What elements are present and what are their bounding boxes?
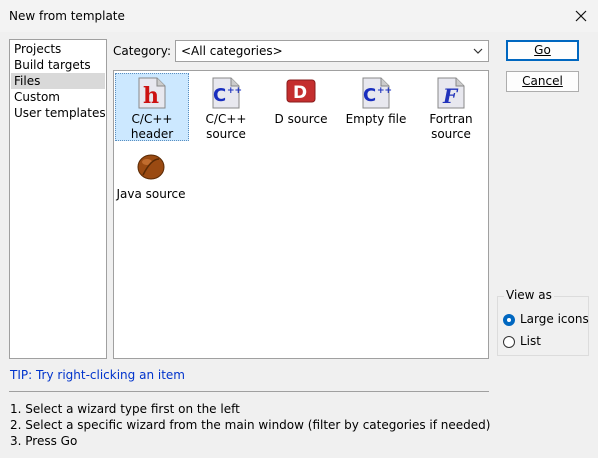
template-fortran-source[interactable]: F Fortran source	[414, 74, 488, 142]
list-item-user-templates[interactable]: User templates	[11, 105, 106, 121]
tip-text: TIP: Try right-clicking an item	[10, 368, 185, 382]
category-select[interactable]: <All categories>	[175, 40, 489, 62]
close-icon	[575, 10, 587, 22]
view-as-label: View as	[504, 288, 554, 302]
divider	[9, 391, 489, 392]
svg-text:h: h	[143, 83, 159, 109]
instruction-step: 1. Select a wizard type first on the lef…	[10, 402, 240, 416]
template-label: Fortran source	[429, 112, 473, 141]
radio-large-icons-label: Large icons	[520, 312, 589, 326]
chevron-down-icon	[473, 48, 483, 54]
list-item-custom[interactable]: Custom	[11, 89, 105, 105]
template-label: C/C++ header	[130, 112, 174, 141]
template-label: Java source	[116, 187, 186, 201]
template-d-source[interactable]: D D source	[264, 74, 338, 127]
template-label: D source	[274, 112, 328, 126]
empty-file-icon: C ++	[362, 77, 392, 109]
radio-unchecked-icon	[503, 336, 515, 348]
d-source-icon: D	[286, 79, 316, 103]
svg-text:++: ++	[227, 86, 242, 96]
template-cpp-source[interactable]: C ++ C/C++ source	[189, 74, 263, 142]
close-button[interactable]	[566, 4, 596, 28]
instruction-step: 2. Select a specific wizard from the mai…	[10, 418, 491, 432]
radio-list[interactable]: List	[503, 334, 563, 350]
template-cpp-header[interactable]: h C/C++ header	[115, 73, 189, 141]
java-source-icon	[137, 154, 165, 180]
category-select-value: <All categories>	[181, 44, 283, 58]
template-java-source[interactable]: Java source	[114, 149, 188, 202]
radio-checked-icon	[503, 314, 515, 326]
go-button-label: Go	[534, 43, 551, 57]
cancel-button-label: Cancel	[522, 74, 563, 88]
template-pane[interactable]: h C/C++ header C ++ C/C++ source D D sou…	[113, 70, 489, 359]
list-item-projects[interactable]: Projects	[11, 41, 105, 57]
fortran-source-icon: F	[437, 77, 465, 109]
cpp-header-icon: h	[138, 77, 166, 109]
svg-text:C: C	[213, 85, 226, 106]
wizard-type-list[interactable]: Projects Build targets Files Custom User…	[9, 39, 107, 359]
cancel-button[interactable]: Cancel	[506, 71, 579, 92]
svg-text:C: C	[363, 85, 376, 106]
go-button[interactable]: Go	[506, 40, 579, 61]
window-title: New from template	[9, 9, 125, 23]
list-item-files[interactable]: Files	[11, 73, 105, 89]
radio-list-label: List	[520, 334, 541, 348]
template-empty-file[interactable]: C ++ Empty file	[339, 74, 413, 127]
svg-text:++: ++	[377, 86, 392, 96]
cpp-source-icon: C ++	[212, 77, 242, 109]
template-label: C/C++ source	[205, 112, 247, 141]
svg-text:D: D	[293, 83, 307, 103]
instruction-step: 3. Press Go	[10, 434, 78, 448]
list-item-build-targets[interactable]: Build targets	[11, 57, 105, 73]
template-label: Empty file	[345, 112, 407, 126]
svg-text:F: F	[442, 84, 459, 108]
category-label: Category:	[113, 44, 171, 58]
radio-large-icons[interactable]: Large icons	[503, 312, 589, 328]
